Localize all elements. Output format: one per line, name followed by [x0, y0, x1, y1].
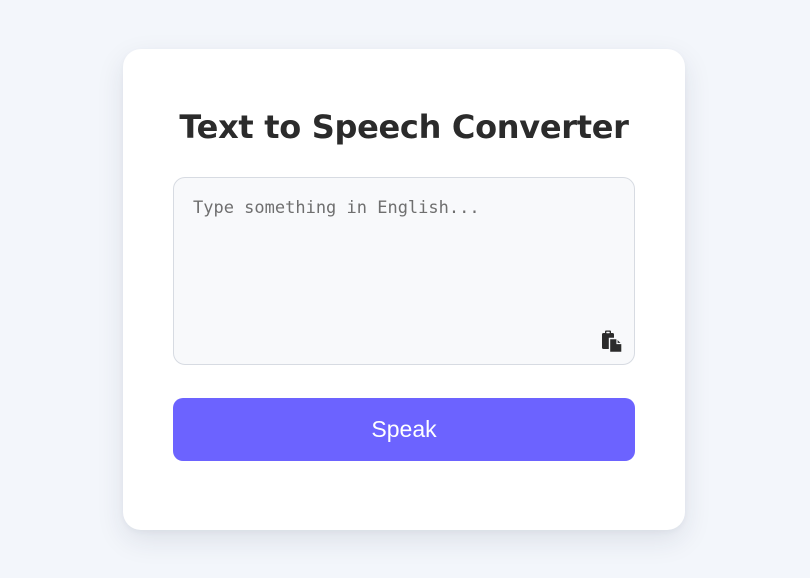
copy-icon	[600, 329, 624, 356]
speak-button[interactable]: Speak	[173, 398, 635, 461]
converter-card: Text to Speech Converter Speak	[123, 49, 685, 530]
text-input[interactable]	[173, 177, 635, 365]
copy-button[interactable]	[599, 329, 625, 355]
page-title: Text to Speech Converter	[179, 108, 629, 146]
text-input-container	[173, 177, 635, 365]
